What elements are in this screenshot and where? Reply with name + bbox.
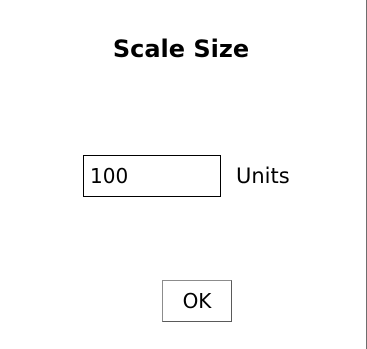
scale-size-dialog: Scale Size Units OK xyxy=(0,0,367,349)
ok-button[interactable]: OK xyxy=(162,280,232,322)
units-label: Units xyxy=(236,164,290,188)
scale-size-input[interactable] xyxy=(83,155,221,197)
dialog-title: Scale Size xyxy=(112,35,250,63)
